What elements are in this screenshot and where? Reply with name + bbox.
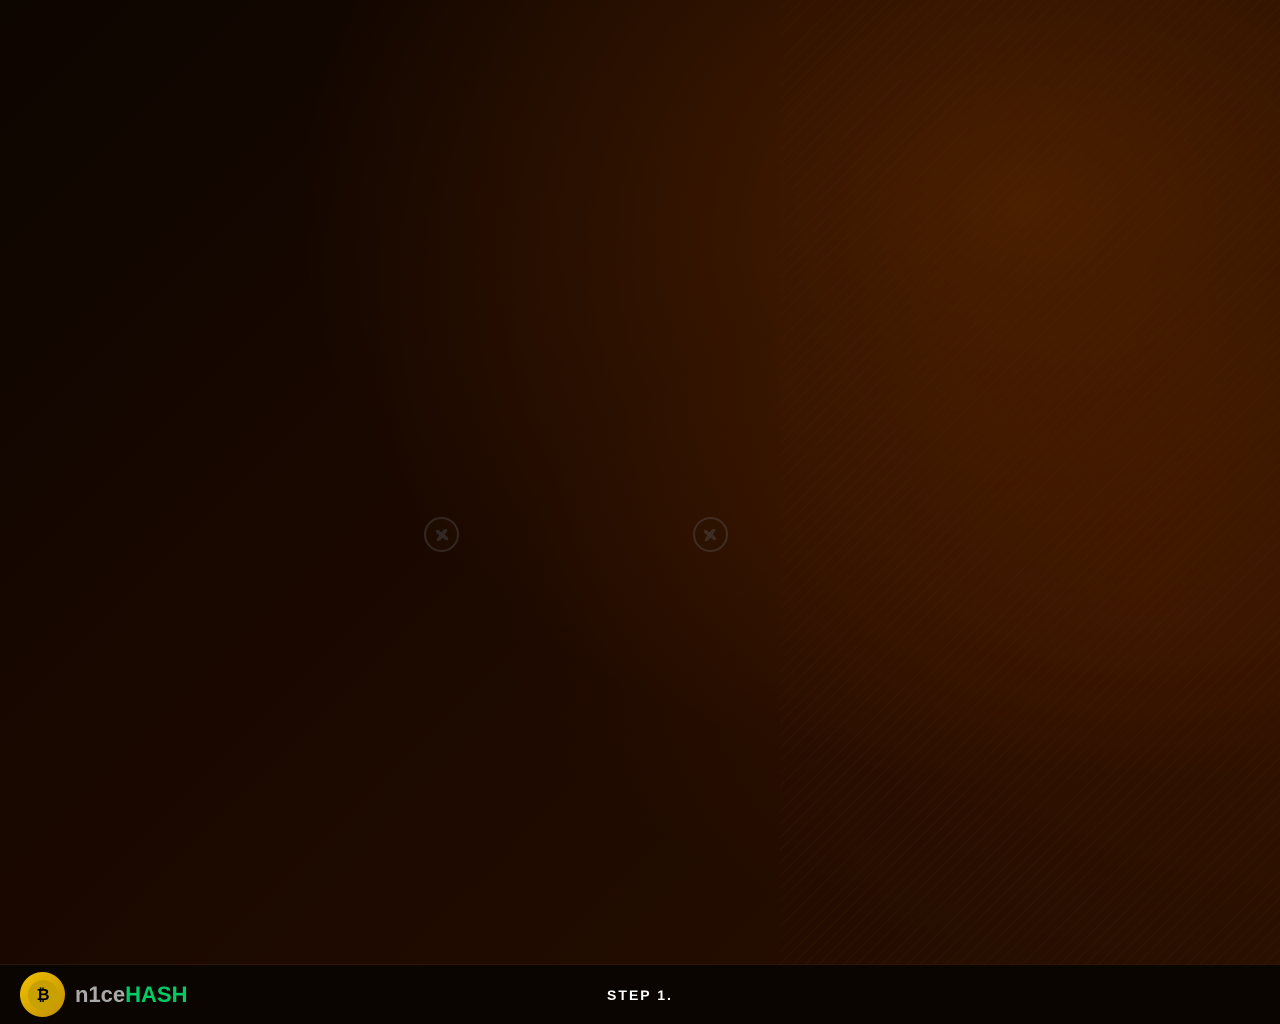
fan-icon-sys-fan2: [693, 517, 728, 552]
nicehash-text: n1ceHASH: [75, 982, 188, 1008]
svg-text:₿: ₿: [36, 986, 49, 1004]
step-label: STEP 1.: [607, 987, 673, 1003]
nicehash-coin-icon: ₿: [20, 972, 65, 1017]
bottom-bar: ₿ n1ceHASH STEP 1.: [0, 964, 1280, 1024]
nicehash-logo: ₿ n1ceHASH: [20, 972, 188, 1017]
